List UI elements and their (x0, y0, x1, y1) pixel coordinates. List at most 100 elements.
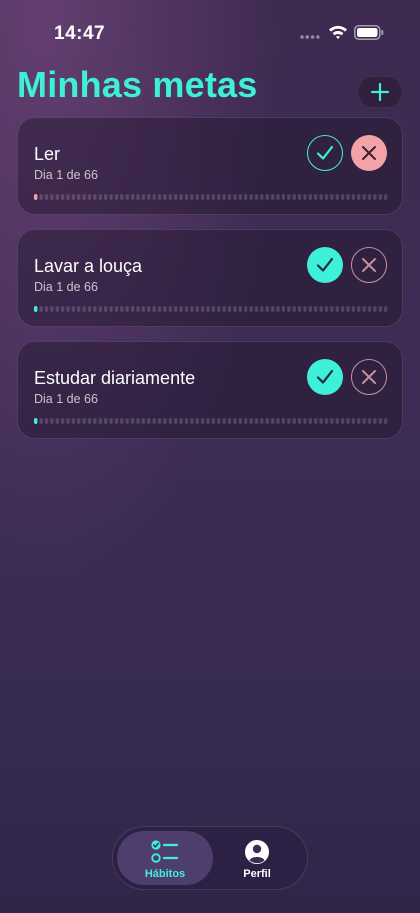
day-marker (233, 306, 237, 312)
cellular-signal-icon (300, 35, 320, 39)
day-marker (200, 306, 205, 312)
checkmark-icon (316, 257, 334, 272)
day-marker (227, 194, 232, 200)
day-marker (120, 306, 124, 312)
skip-button[interactable] (351, 247, 387, 283)
add-habit-button[interactable] (357, 76, 403, 108)
checklist-icon (151, 840, 179, 863)
day-marker (238, 306, 243, 312)
close-icon (362, 370, 376, 384)
skip-button[interactable] (351, 135, 387, 171)
day-marker (87, 306, 92, 312)
day-marker (71, 418, 76, 424)
day-marker (287, 306, 291, 312)
tab-habits[interactable]: Hábitos (117, 831, 213, 885)
day-marker (319, 418, 323, 424)
day-marker (104, 194, 108, 200)
day-marker (50, 194, 54, 200)
day-marker (378, 306, 383, 312)
battery-icon (354, 25, 384, 40)
day-marker (50, 418, 54, 424)
day-marker (82, 306, 86, 312)
day-marker (206, 306, 210, 312)
day-marker (281, 418, 286, 424)
day-marker (179, 418, 183, 424)
day-marker (98, 306, 103, 312)
day-marker (157, 418, 162, 424)
day-marker (163, 306, 167, 312)
profile-icon (245, 840, 269, 864)
tab-bar: Hábitos Perfil (112, 826, 308, 890)
day-marker (233, 418, 237, 424)
day-marker (297, 418, 302, 424)
habit-card[interactable]: Ler Dia 1 de 66 (17, 117, 403, 215)
day-marker (222, 194, 226, 200)
day-marker-current (34, 418, 38, 424)
habit-card[interactable]: Estudar diariamente Dia 1 de 66 (17, 341, 403, 439)
day-marker (50, 306, 54, 312)
day-marker (71, 306, 76, 312)
day-marker (190, 418, 194, 424)
complete-button[interactable] (307, 135, 343, 171)
day-marker (367, 418, 372, 424)
day-marker (303, 418, 307, 424)
day-marker (82, 418, 86, 424)
day-marker (125, 194, 129, 200)
day-marker (330, 306, 334, 312)
day-marker (378, 194, 383, 200)
day-marker (114, 306, 119, 312)
day-progress-track (34, 306, 388, 312)
day-marker (163, 418, 167, 424)
day-marker (184, 306, 189, 312)
day-marker (174, 306, 178, 312)
day-marker (319, 194, 323, 200)
day-marker (217, 194, 221, 200)
day-marker (244, 306, 248, 312)
tab-profile[interactable]: Perfil (209, 831, 305, 885)
day-marker (147, 194, 151, 200)
day-marker (340, 306, 345, 312)
day-marker (238, 194, 243, 200)
day-marker (39, 306, 43, 312)
day-marker (130, 306, 135, 312)
day-marker (292, 306, 296, 312)
day-marker (324, 306, 329, 312)
day-marker (174, 418, 178, 424)
day-marker (233, 194, 237, 200)
day-marker (211, 306, 216, 312)
day-marker (195, 194, 199, 200)
day-marker (60, 418, 65, 424)
day-marker (136, 418, 140, 424)
day-marker (206, 418, 210, 424)
day-marker (292, 418, 296, 424)
day-marker (249, 306, 253, 312)
day-marker (163, 194, 167, 200)
day-marker (357, 418, 361, 424)
day-marker (179, 306, 183, 312)
day-marker (303, 306, 307, 312)
day-marker (281, 194, 286, 200)
habit-title: Estudar diariamente (34, 368, 196, 388)
day-marker (114, 418, 119, 424)
skip-button[interactable] (351, 359, 387, 395)
day-marker (82, 194, 86, 200)
day-marker (244, 194, 248, 200)
wifi-icon (329, 25, 347, 39)
status-bar: 14:47 (0, 0, 420, 60)
day-marker (77, 194, 81, 200)
day-marker (141, 418, 146, 424)
complete-button[interactable] (307, 359, 343, 395)
day-marker (276, 194, 280, 200)
day-marker (362, 306, 366, 312)
day-marker (297, 194, 302, 200)
day-marker (340, 194, 345, 200)
day-marker (346, 418, 350, 424)
day-marker (55, 194, 59, 200)
day-marker (39, 418, 43, 424)
day-progress-track (34, 194, 388, 200)
day-marker (254, 306, 259, 312)
day-marker (206, 194, 210, 200)
day-marker (314, 194, 318, 200)
habit-card[interactable]: Lavar a louça Dia 1 de 66 (17, 229, 403, 327)
complete-button[interactable] (307, 247, 343, 283)
